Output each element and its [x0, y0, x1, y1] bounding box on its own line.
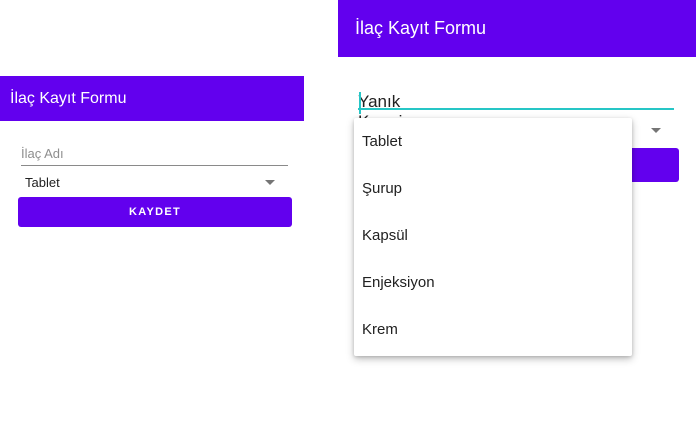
save-button[interactable]: KAYDET: [18, 197, 292, 227]
form-type-spinner[interactable]: Tablet: [25, 175, 280, 191]
dropdown-arrow-icon: [265, 180, 275, 185]
dropdown-option-enjeksiyon[interactable]: Enjeksiyon: [354, 259, 632, 306]
dropdown-option-label: Kapsül: [362, 227, 408, 244]
app-bar: İlaç Kayıt Formu: [338, 0, 696, 57]
dropdown-option-label: Krem: [362, 321, 398, 338]
dropdown-option-label: Şurup: [362, 180, 403, 197]
dropdown-option-label: Tablet: [362, 133, 403, 150]
app-title: İlaç Kayıt Formu: [10, 89, 127, 107]
save-button[interactable]: [627, 148, 679, 182]
left-screen: İlaç Kayıt Formu İlaç Adı Tablet KAYDET: [0, 0, 310, 425]
text-cursor: [359, 92, 361, 114]
dropdown-option-surup[interactable]: Şurup: [354, 165, 632, 212]
spinner-selected-value: Tablet: [25, 175, 60, 190]
dropdown-option-tablet[interactable]: Tablet: [354, 118, 632, 165]
right-screen: İlaç Kayıt Formu Yanık Kremi Tablet Şuru…: [338, 0, 696, 425]
save-button-label: KAYDET: [128, 206, 181, 218]
dropdown-arrow-icon[interactable]: [651, 128, 661, 133]
dropdown-option-label: Enjeksiyon: [362, 274, 435, 291]
medicine-name-input[interactable]: Yanık Kremi: [358, 80, 674, 131]
app-bar: İlaç Kayıt Formu: [0, 76, 304, 121]
form-type-dropdown-menu: Tablet Şurup Kapsül Enjeksiyon Krem: [354, 118, 632, 356]
medicine-name-input[interactable]: İlaç Adı: [21, 142, 288, 166]
dropdown-option-kapsul[interactable]: Kapsül: [354, 212, 632, 259]
app-title: İlaç Kayıt Formu: [355, 18, 487, 38]
dropdown-option-krem[interactable]: Krem: [354, 306, 632, 353]
medicine-name-placeholder: İlaç Adı: [21, 146, 64, 161]
